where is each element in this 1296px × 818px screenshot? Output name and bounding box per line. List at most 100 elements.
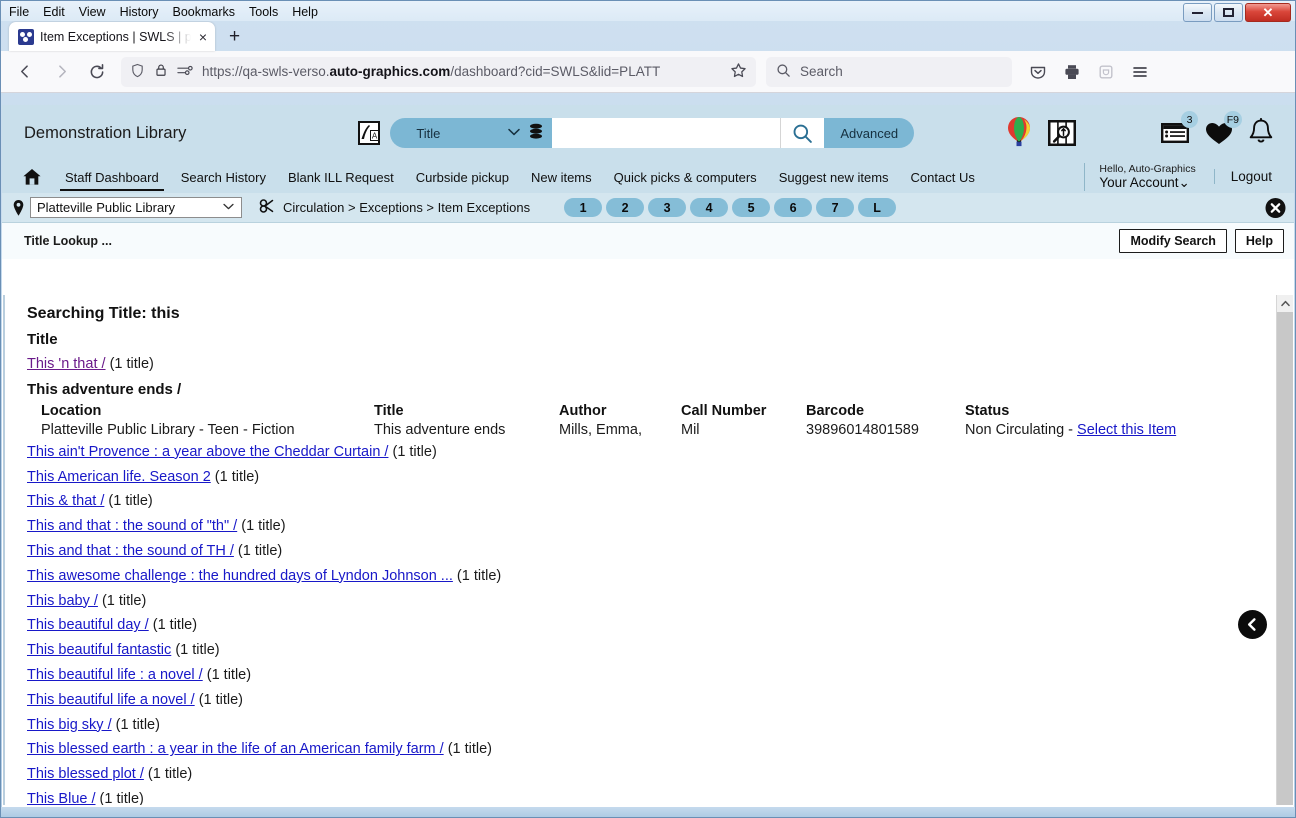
page-button-5[interactable]: 5 (732, 198, 771, 217)
logout-link[interactable]: Logout (1213, 169, 1284, 185)
maximize-button[interactable] (1214, 3, 1243, 22)
title-link[interactable]: This ain't Provence : a year above the C… (27, 444, 388, 460)
nav-suggest-new-items[interactable]: Suggest new items (768, 161, 900, 193)
page-button-6[interactable]: 6 (774, 198, 813, 217)
app-menu-icon[interactable] (1124, 57, 1156, 87)
item-detail-table: Location Title Author Call Number Barcod… (27, 403, 1176, 438)
title-link[interactable]: This baby / (27, 593, 98, 609)
search-input[interactable] (552, 118, 781, 148)
nav-contact-us[interactable]: Contact Us (900, 161, 986, 193)
library-select[interactable]: Platteville Public Library (30, 197, 242, 218)
list-item: This beautiful day / (1 title) (27, 613, 1293, 638)
search-scope-select[interactable]: Title (390, 118, 553, 148)
menu-history[interactable]: History (120, 5, 159, 19)
list-item: This American life. Season 2 (1 title) (27, 465, 1293, 490)
browser-tab[interactable]: Item Exceptions | SWLS | platt | A × (9, 22, 215, 51)
nav-quick-picks-computers[interactable]: Quick picks & computers (603, 161, 768, 193)
your-account-menu[interactable]: Hello, Auto-Graphics Your Account⌄ (1084, 163, 1213, 191)
bookmark-star-icon[interactable] (730, 62, 747, 82)
title-link[interactable]: This big sky / (27, 717, 112, 733)
database-icon[interactable] (528, 123, 544, 144)
results-column-title: Title (27, 331, 58, 348)
home-icon[interactable] (22, 168, 42, 186)
title-link[interactable]: This beautiful day / (27, 617, 149, 633)
page-button-3[interactable]: 3 (648, 198, 687, 217)
notifications-bell-icon[interactable] (1248, 118, 1274, 148)
list-item: This beautiful life : a novel / (1 title… (27, 663, 1293, 688)
translate-icon[interactable]: A (358, 121, 381, 145)
close-tab-icon[interactable]: × (197, 29, 209, 45)
close-window-button[interactable]: ✕ (1245, 3, 1291, 22)
modify-search-button[interactable]: Modify Search (1119, 229, 1227, 253)
menu-bookmarks[interactable]: Bookmarks (172, 5, 235, 19)
th-location: Location (41, 402, 102, 419)
title-count: (1 title) (456, 567, 502, 584)
title-link[interactable]: This awesome challenge : the hundred day… (27, 568, 453, 584)
vertical-scrollbar[interactable] (1276, 295, 1293, 805)
select-this-item-link[interactable]: Select this Item (1077, 422, 1176, 438)
list-item: This and that : the sound of TH / (1 tit… (27, 539, 1293, 564)
nav-staff-dashboard[interactable]: Staff Dashboard (54, 161, 170, 193)
collapse-panel-button[interactable] (1238, 610, 1267, 639)
title-link[interactable]: This blessed plot / (27, 766, 144, 782)
title-link[interactable]: This American life. Season 2 (27, 469, 211, 485)
pocket-save-icon[interactable] (1022, 57, 1054, 87)
scrollbar-thumb[interactable] (1277, 312, 1293, 805)
close-context-button[interactable] (1265, 197, 1286, 218)
title-link[interactable]: This & that / (27, 493, 104, 509)
close-icon: ✕ (1262, 5, 1274, 20)
scroll-up-icon[interactable] (1277, 295, 1293, 312)
help-button[interactable]: Help (1234, 229, 1284, 253)
nav-search-history[interactable]: Search History (170, 161, 277, 193)
searching-label: Searching Title: this (27, 305, 180, 322)
permissions-icon[interactable] (177, 63, 193, 80)
favorites-heart-icon[interactable]: F9 (1204, 111, 1242, 146)
menu-help[interactable]: Help (292, 5, 318, 19)
search-submit-button[interactable] (780, 118, 825, 148)
lists-icon[interactable]: 3 (1160, 111, 1198, 146)
title-link[interactable]: This and that : the sound of TH / (27, 543, 234, 559)
title-link[interactable]: This 'n that / (27, 356, 106, 372)
cell-status: Non Circulating - Select this Item (965, 422, 1176, 438)
page-button-7[interactable]: 7 (816, 198, 855, 217)
menu-view[interactable]: View (79, 5, 106, 19)
library-select-value: Platteville Public Library (37, 200, 176, 215)
shield-icon[interactable] (130, 63, 145, 81)
title-link[interactable]: This beautiful life a novel / (27, 692, 195, 708)
page-button-2[interactable]: 2 (606, 198, 645, 217)
reload-button[interactable] (81, 57, 113, 87)
book-search-icon[interactable] (1046, 117, 1078, 149)
title-link[interactable]: This and that : the sound of "th" / (27, 518, 237, 534)
browser-toolbar: https://qa-swls-verso.auto-graphics.com/… (1, 51, 1295, 93)
page-button-4[interactable]: 4 (690, 198, 729, 217)
maximize-icon (1223, 8, 1234, 17)
title-link[interactable]: This beautiful life : a novel / (27, 667, 203, 683)
list-item: This & that / (1 title) (27, 489, 1293, 514)
menu-tools[interactable]: Tools (249, 5, 278, 19)
menu-edit[interactable]: Edit (43, 5, 65, 19)
title-results-list: This ain't Provence : a year above the C… (27, 440, 1293, 805)
library-name: Demonstration Library (24, 123, 187, 142)
browser-search-bar[interactable]: Search (766, 56, 1012, 87)
back-button[interactable] (9, 57, 41, 87)
title-link[interactable]: This blessed earth : a year in the life … (27, 741, 444, 757)
container-tab-icon[interactable] (1090, 57, 1122, 87)
lock-icon[interactable] (154, 63, 168, 80)
nav-new-items[interactable]: New items (520, 161, 603, 193)
page-button-1[interactable]: 1 (564, 198, 603, 217)
window-bottom-edge (1, 807, 1295, 817)
print-icon[interactable] (1056, 57, 1088, 87)
new-tab-button[interactable]: + (229, 26, 240, 48)
advanced-search-button[interactable]: Advanced (824, 118, 915, 148)
title-link[interactable]: This Blue / (27, 791, 96, 805)
page-button-last[interactable]: L (858, 198, 897, 217)
nav-curbside-pickup[interactable]: Curbside pickup (405, 161, 520, 193)
address-bar[interactable]: https://qa-swls-verso.auto-graphics.com/… (121, 56, 756, 87)
title-link[interactable]: This beautiful fantastic (27, 642, 171, 658)
forward-button[interactable] (45, 57, 77, 87)
minimize-button[interactable] (1183, 3, 1212, 22)
balloon-icon[interactable] (1006, 116, 1032, 150)
menu-file[interactable]: File (9, 5, 29, 19)
menu-bar: File Edit View History Bookmarks Tools H… (1, 1, 1295, 21)
nav-blank-ill-request[interactable]: Blank ILL Request (277, 161, 405, 193)
